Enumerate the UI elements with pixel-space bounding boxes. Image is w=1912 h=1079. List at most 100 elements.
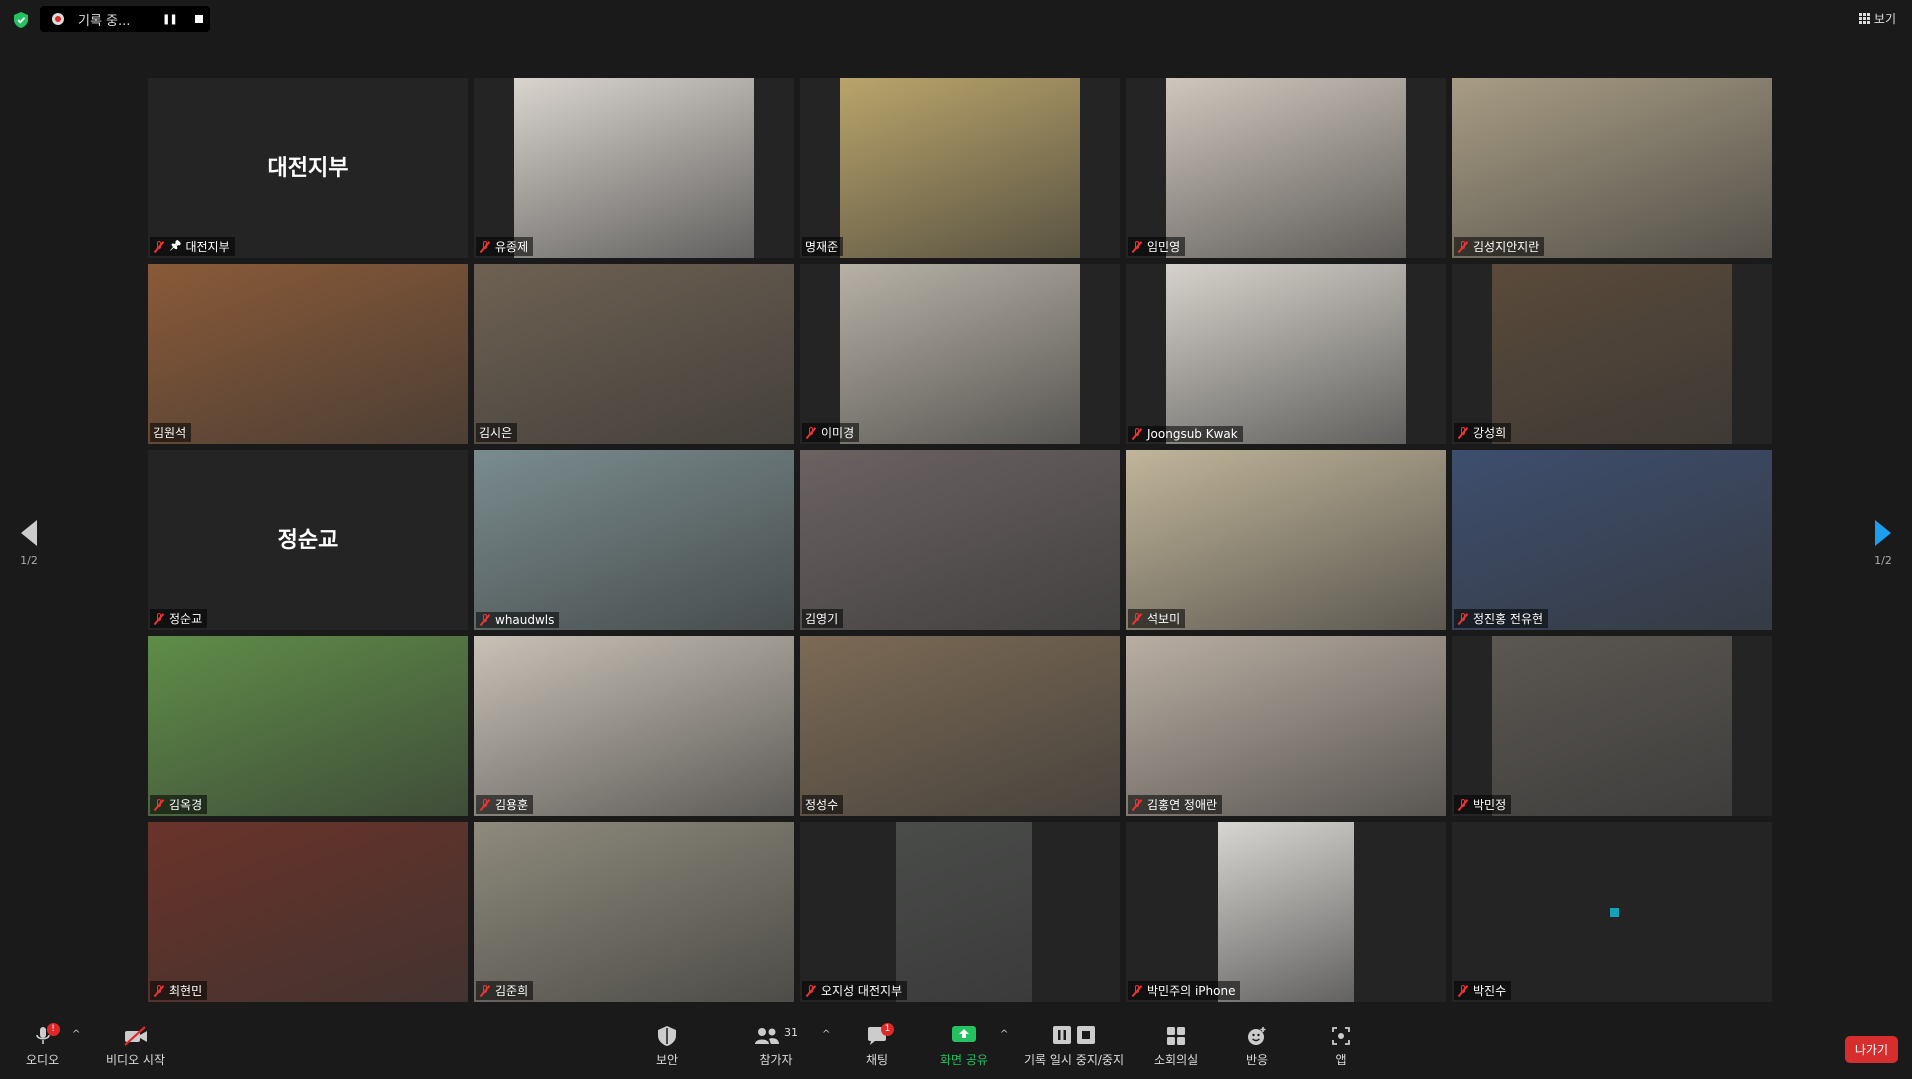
participant-tile[interactable]: 오지성 대전지부 bbox=[800, 822, 1120, 1002]
participant-video bbox=[800, 636, 1120, 816]
view-button[interactable]: 보기 bbox=[1858, 10, 1896, 27]
participant-video bbox=[896, 822, 1032, 1002]
gallery-grid: 대전지부 📌 대전지부 유종제 명재준 임민영 김성지안지란 김원석 김시은 이미경 Joongsu… bbox=[148, 78, 1772, 1002]
participant-video bbox=[1218, 822, 1354, 1002]
previous-page-button[interactable]: 1/2 bbox=[14, 520, 44, 567]
start-video-button[interactable]: 비디오 시작 bbox=[106, 1025, 165, 1068]
participant-tile[interactable]: 김홍연 정애란 bbox=[1126, 636, 1446, 816]
participant-name: 박민정 bbox=[1473, 798, 1507, 812]
participant-tile[interactable]: 대전지부 📌 대전지부 bbox=[148, 78, 468, 258]
muted-microphone-icon bbox=[1457, 240, 1469, 253]
participant-tile[interactable]: 김시은 bbox=[474, 264, 794, 444]
participant-tile[interactable]: 박민정 bbox=[1452, 636, 1772, 816]
participant-tile[interactable]: 정순교 정순교 bbox=[148, 450, 468, 630]
participant-video bbox=[148, 636, 468, 816]
participant-tile[interactable]: 김용훈 bbox=[474, 636, 794, 816]
participants-button[interactable]: 31 참가자 bbox=[754, 1025, 798, 1068]
share-screen-label: 화면 공유 bbox=[940, 1053, 988, 1067]
grid-view-icon bbox=[1858, 13, 1870, 24]
participant-tile[interactable]: 정진홍 전유현 bbox=[1452, 450, 1772, 630]
pause-stop-icon bbox=[1024, 1025, 1124, 1047]
participant-name-label: 오지성 대전지부 bbox=[802, 981, 908, 1000]
apps-button[interactable]: 앱 bbox=[1330, 1025, 1352, 1068]
muted-microphone-icon bbox=[1131, 984, 1143, 997]
participant-tile[interactable]: 김옥경 bbox=[148, 636, 468, 816]
participant-tile[interactable]: 김성지안지란 bbox=[1452, 78, 1772, 258]
participant-name: 김옥경 bbox=[169, 798, 203, 812]
security-shield-icon[interactable] bbox=[14, 12, 28, 28]
participant-name-label: 김준희 bbox=[476, 981, 534, 1000]
next-page-button[interactable]: 1/2 bbox=[1868, 520, 1898, 567]
participant-name-label: 김용훈 bbox=[476, 795, 534, 814]
stop-recording-icon[interactable] bbox=[194, 15, 203, 23]
participant-name: 대전지부 bbox=[185, 240, 230, 254]
participant-name-label: 정진홍 전유현 bbox=[1454, 609, 1549, 628]
participant-tile[interactable]: 석보미 bbox=[1126, 450, 1446, 630]
participants-caret-icon[interactable]: ^ bbox=[822, 1029, 830, 1040]
audio-options-caret-icon[interactable]: ^ bbox=[72, 1029, 80, 1040]
muted-microphone-icon bbox=[479, 614, 491, 626]
muted-microphone-icon bbox=[805, 984, 817, 997]
reactions-button[interactable]: 반응 bbox=[1246, 1025, 1268, 1068]
participant-name-label: 김옥경 bbox=[150, 795, 208, 814]
participant-name: 김용훈 bbox=[495, 798, 529, 812]
participant-video bbox=[474, 636, 794, 816]
page-indicator-left: 1/2 bbox=[20, 554, 38, 567]
view-label: 보기 bbox=[1873, 12, 1896, 26]
participant-tile[interactable]: 김준희 bbox=[474, 822, 794, 1002]
participant-tile[interactable]: 유종제 bbox=[474, 78, 794, 258]
participant-tile[interactable]: 명재준 bbox=[800, 78, 1120, 258]
participant-name: 김성지안지란 bbox=[1473, 240, 1540, 254]
recording-controls-button[interactable]: 기록 일시 중지/중지 bbox=[1024, 1025, 1124, 1068]
participants-icon: 31 bbox=[754, 1025, 798, 1047]
participant-name-label: 강성희 bbox=[1454, 423, 1512, 442]
audio-label: 오디오 bbox=[26, 1053, 60, 1067]
audio-button[interactable]: ! 오디오 bbox=[26, 1023, 60, 1068]
participant-tile[interactable]: 김영기 bbox=[800, 450, 1120, 630]
chat-button[interactable]: 1 채팅 bbox=[866, 1023, 895, 1068]
participant-name-label: 유종제 bbox=[476, 237, 534, 256]
arrow-left-icon bbox=[21, 520, 37, 546]
share-options-caret-icon[interactable]: ^ bbox=[1000, 1029, 1008, 1040]
security-label: 보안 bbox=[656, 1053, 679, 1067]
participant-tile[interactable]: 김원석 bbox=[148, 264, 468, 444]
muted-microphone-icon bbox=[1131, 612, 1143, 625]
leave-meeting-button[interactable]: 나가기 bbox=[1844, 1036, 1898, 1063]
participant-name: 정진홍 전유현 bbox=[1473, 612, 1544, 626]
muted-microphone-icon bbox=[1457, 612, 1469, 625]
participant-tile[interactable]: 정성수 bbox=[800, 636, 1120, 816]
participant-name: 석보미 bbox=[1147, 612, 1181, 626]
participant-tile[interactable]: 박진수 bbox=[1452, 822, 1772, 1002]
participant-tile[interactable]: 박민주의 iPhone bbox=[1126, 822, 1446, 1002]
participant-tile[interactable]: whaudwls bbox=[474, 450, 794, 630]
participant-name: 명재준 bbox=[805, 240, 839, 254]
participant-name-label: 김홍연 정애란 bbox=[1128, 795, 1223, 814]
breakout-rooms-button[interactable]: 소회의실 bbox=[1154, 1025, 1198, 1068]
participant-name: 김원석 bbox=[153, 426, 187, 440]
share-screen-button[interactable]: 화면 공유 bbox=[940, 1025, 988, 1068]
participant-name-label: 정성수 bbox=[802, 795, 844, 814]
security-button[interactable]: 보안 bbox=[656, 1025, 678, 1068]
share-screen-icon bbox=[951, 1025, 977, 1047]
participant-video bbox=[1452, 450, 1772, 630]
participant-name-label: 명재준 bbox=[802, 237, 844, 256]
recording-label: 기록 중... bbox=[78, 13, 131, 29]
participant-tile[interactable]: 최현민 bbox=[148, 822, 468, 1002]
muted-microphone-icon bbox=[479, 984, 491, 997]
participant-tile[interactable]: 강성희 bbox=[1452, 264, 1772, 444]
record-icon bbox=[52, 13, 64, 25]
participant-name: 박진수 bbox=[1473, 984, 1507, 998]
participant-name-label: 김시은 bbox=[476, 423, 518, 442]
participant-name-label: 박민정 bbox=[1454, 795, 1512, 814]
participant-video bbox=[474, 822, 794, 1002]
participant-name-label: 📌 대전지부 bbox=[150, 237, 235, 256]
participant-name-label: whaudwls bbox=[476, 612, 560, 628]
participant-name: 최현민 bbox=[169, 984, 203, 998]
participant-video bbox=[148, 822, 468, 1002]
pause-recording-icon[interactable]: ❚❚ bbox=[162, 14, 178, 25]
participant-tile[interactable]: 이미경 bbox=[800, 264, 1120, 444]
participant-name: Joongsub Kwak bbox=[1147, 427, 1238, 441]
participant-video bbox=[840, 78, 1080, 258]
participant-tile[interactable]: 임민영 bbox=[1126, 78, 1446, 258]
participant-tile[interactable]: Joongsub Kwak bbox=[1126, 264, 1446, 444]
